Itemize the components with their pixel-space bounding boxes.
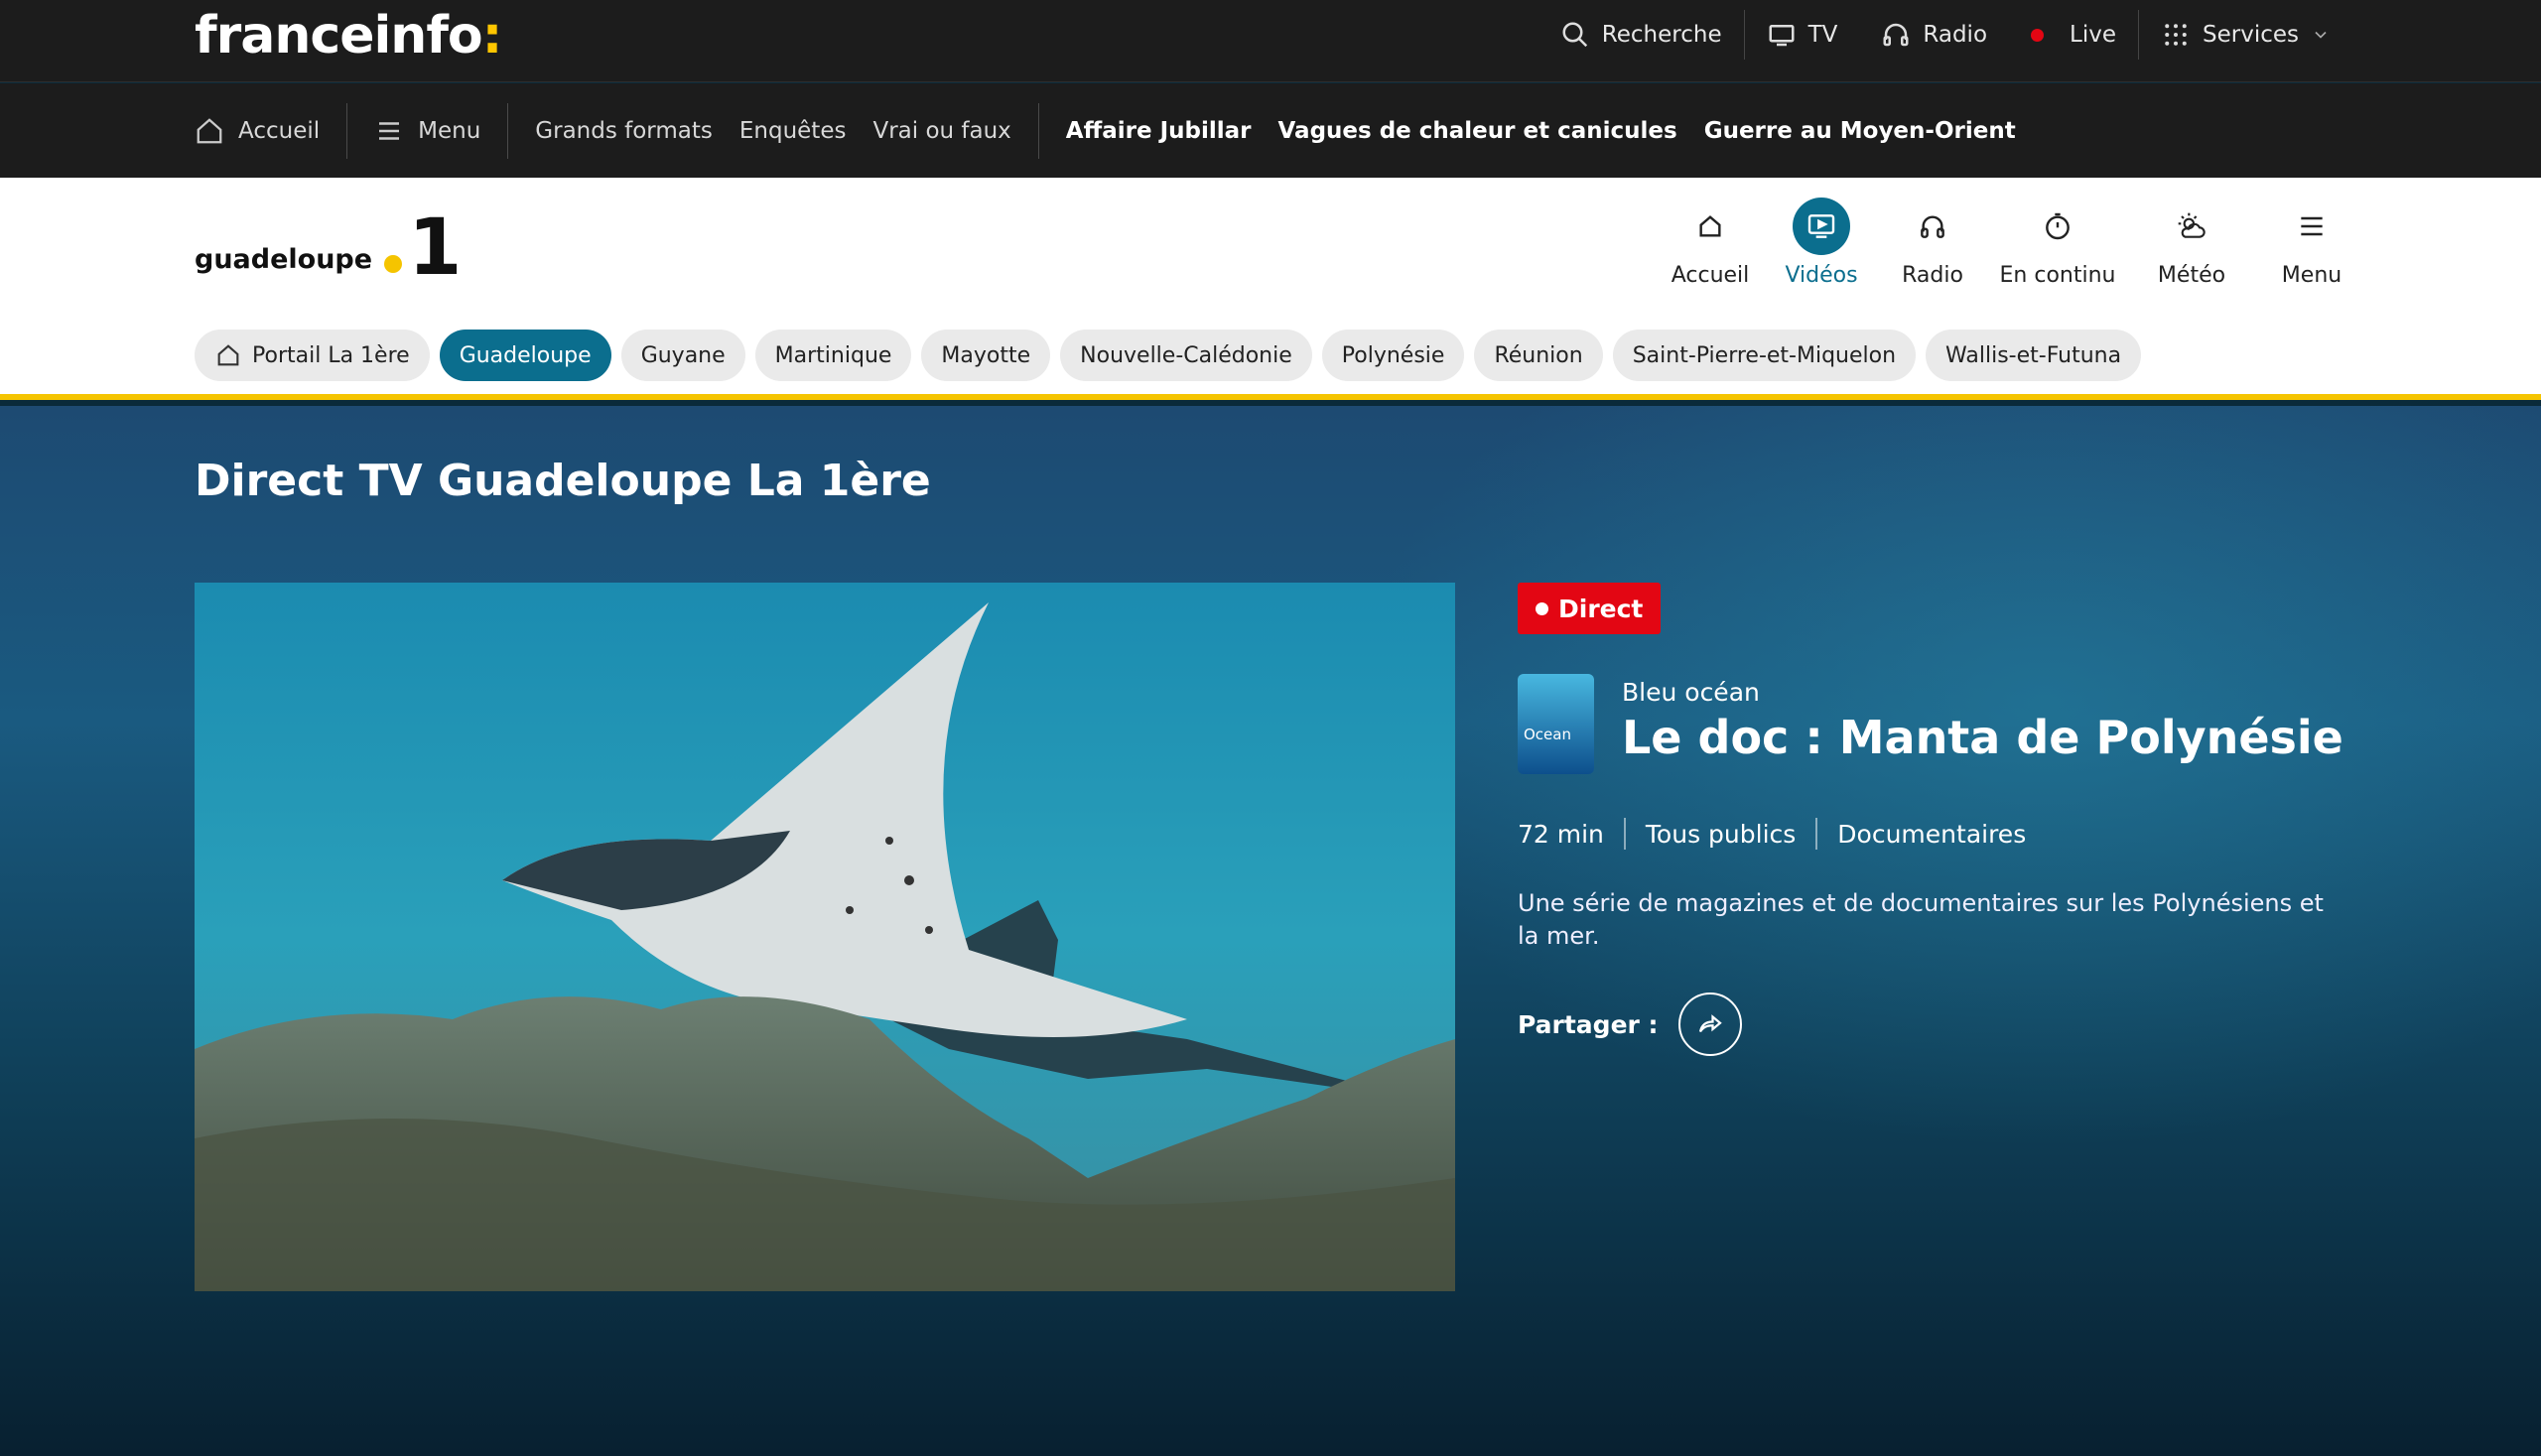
live-link[interactable]: Live — [2009, 10, 2138, 60]
chip-saint-pierre-et-miquelon[interactable]: Saint-Pierre-et-Miquelon — [1612, 330, 1917, 381]
services-label: Services — [2203, 22, 2299, 48]
program-channel: Bleu océan — [1622, 678, 1760, 707]
chip-wallis-et-futuna[interactable]: Wallis-et-Futuna — [1926, 330, 2142, 381]
program-title: Le doc : Manta de Polynésie — [1622, 711, 2343, 764]
weather-icon — [2178, 212, 2206, 238]
headphones-icon — [1921, 215, 1944, 238]
home-icon — [197, 117, 222, 143]
video-player[interactable] — [195, 583, 1455, 1291]
chip-guyane[interactable]: Guyane — [620, 330, 745, 381]
headphones-icon — [1883, 23, 1909, 47]
program-genre[interactable]: Documentaires — [1817, 820, 2046, 849]
timer-icon — [2046, 212, 2070, 240]
program-duration: 72 min — [1518, 819, 1604, 849]
nav-link-enquetes[interactable]: Enquêtes — [739, 103, 847, 159]
share-arrow-icon — [1698, 1014, 1722, 1033]
search-label: Recherche — [1601, 22, 1722, 48]
chip-nouvelle-caledonie[interactable]: Nouvelle-Calédonie — [1060, 330, 1312, 381]
tv-label: TV — [1807, 22, 1838, 48]
home-icon — [217, 344, 239, 366]
main-nav: Accueil Vidéos Radio En continu Météo Me… — [1655, 198, 2367, 288]
share-button[interactable] — [1677, 993, 1742, 1056]
nav-link-vrai-ou-faux[interactable]: Vrai ou faux — [846, 103, 1037, 159]
tv-link[interactable]: TV — [1745, 10, 1860, 60]
brand-name: guadeloupe — [195, 244, 373, 275]
services-dropdown[interactable]: Services — [2139, 10, 2352, 60]
nav-link-moyen-orient[interactable]: Guerre au Moyen-Orient — [1677, 103, 2043, 159]
brand-number: 1 — [408, 203, 463, 293]
chip-polynesie[interactable]: Polynésie — [1321, 330, 1465, 381]
manta-ray-video-frame — [195, 583, 1455, 1291]
search-button[interactable]: Recherche — [1538, 10, 1744, 60]
video-icon — [1807, 214, 1835, 238]
nav-link-affaire-jubillar[interactable]: Affaire Jubillar — [1039, 103, 1278, 159]
live-badge: Direct — [1518, 583, 1662, 634]
live-dot-icon — [1536, 601, 1548, 615]
search-icon — [1562, 22, 1587, 48]
chip-reunion[interactable]: Réunion — [1474, 330, 1603, 381]
brand-dot — [384, 255, 403, 273]
share-label: Partager : — [1518, 1009, 1659, 1039]
chevron-down-icon — [2315, 31, 2327, 39]
program-description: Une série de magazines et de documentair… — [1518, 889, 2324, 950]
menu-label: Menu — [418, 117, 481, 144]
page-title: Direct TV Guadeloupe La 1ère — [195, 456, 931, 506]
top-bar: franceinfo: Recherche TV Radio Live Serv… — [0, 0, 2541, 82]
main-nav-meteo[interactable]: Météo — [2127, 198, 2256, 288]
franceinfo-logo[interactable]: franceinfo: — [195, 6, 502, 66]
main-nav-accueil[interactable]: Accueil — [1655, 198, 1766, 288]
secondary-nav: Accueil Menu Grands formats Enquêtes Vra… — [0, 83, 2541, 178]
main-nav-radio[interactable]: Radio — [1877, 198, 1988, 288]
regional-header: guadeloupe 1 Accueil Vidéos Radio En con… — [0, 178, 2541, 400]
nav-link-grands-formats[interactable]: Grands formats — [508, 103, 739, 159]
live-section: Direct TV Guadeloupe La 1ère Direct Ocea… — [0, 406, 2541, 1456]
chip-martinique[interactable]: Martinique — [754, 330, 912, 381]
hamburger-icon — [2301, 216, 2323, 236]
home-label: Accueil — [238, 117, 321, 144]
chip-guadeloupe[interactable]: Guadeloupe — [439, 330, 611, 381]
guadeloupe-la1ere-logo[interactable]: guadeloupe 1 — [195, 207, 462, 287]
tv-icon — [1769, 25, 1795, 47]
chip-mayotte[interactable]: Mayotte — [921, 330, 1051, 381]
menu-button[interactable]: Menu — [347, 103, 507, 159]
nav-link-vagues-chaleur[interactable]: Vagues de chaleur et canicules — [1278, 103, 1677, 159]
share-row: Partager : — [1518, 993, 2351, 1056]
home-link[interactable]: Accueil — [195, 103, 346, 159]
chip-portail-la-1ere[interactable]: Portail La 1ère — [195, 330, 430, 381]
program-header: Ocean Bleu océan Le doc : Manta de Polyn… — [1518, 674, 2351, 774]
grid-icon — [2165, 24, 2187, 46]
live-label: Live — [2070, 22, 2116, 48]
live-dot-icon — [2031, 28, 2045, 42]
radio-label: Radio — [1923, 22, 1988, 48]
top-nav: Recherche TV Radio Live Services — [1538, 0, 2352, 69]
program-info: Direct Ocean Bleu océan Le doc : Manta d… — [1518, 583, 2351, 1056]
region-chips: Portail La 1ère Guadeloupe Guyane Martin… — [195, 330, 2142, 381]
main-nav-videos[interactable]: Vidéos — [1766, 198, 1877, 288]
program-thumbnail[interactable]: Ocean — [1518, 674, 1594, 774]
radio-link[interactable]: Radio — [1859, 10, 2009, 60]
program-audience: Tous publics — [1645, 819, 1797, 849]
hamburger-icon — [379, 121, 400, 140]
home-icon — [1699, 215, 1721, 237]
thumbnail-label: Ocean — [1524, 726, 1571, 743]
main-nav-menu[interactable]: Menu — [2256, 198, 2367, 288]
program-meta: 72 min Tous publics Documentaires — [1518, 818, 2351, 850]
main-nav-en-continu[interactable]: En continu — [1988, 198, 2127, 288]
